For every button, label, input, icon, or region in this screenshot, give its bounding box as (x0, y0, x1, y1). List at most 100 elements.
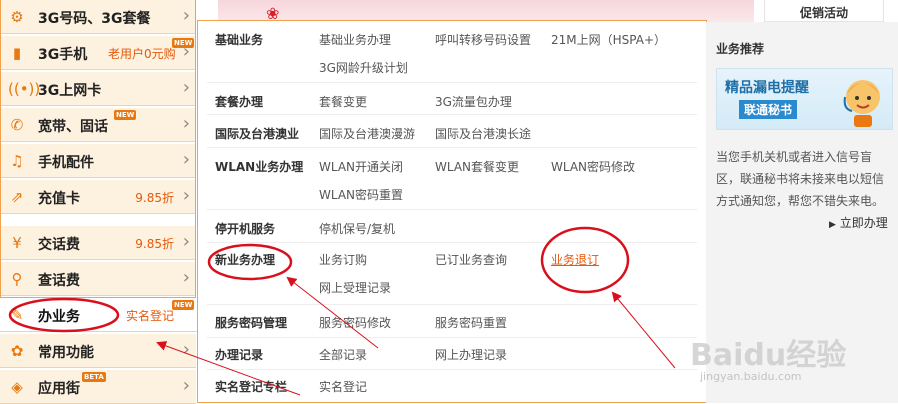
recommend-title: 业务推荐 (716, 42, 765, 56)
sidebar-item-label: 办业务 (38, 309, 80, 325)
chevron-right-icon: › (182, 41, 190, 62)
recommend-panel: 业务推荐 精品漏电提醒 联通秘书 当您手机关机或者进入信号盲区，联通秘书将未接来… (706, 22, 898, 403)
service-link[interactable]: 网上受理记录 (319, 279, 391, 296)
row-title: WLAN业务办理 (215, 160, 304, 174)
sidebar-item-pay-bill[interactable]: ¥ 交话费 9.85折 › (0, 226, 196, 260)
recommend-description: 当您手机关机或者进入信号盲区，联通秘书将未接来电以短信方式通知您，帮您不错失来电… (716, 150, 885, 208)
row-divider (207, 337, 697, 338)
service-link[interactable]: 3G流量包办理 (435, 93, 512, 110)
row-divider (207, 114, 697, 115)
wireless-icon: ((•)) (8, 80, 41, 98)
chevron-right-icon: › (182, 149, 190, 170)
pen-icon: ✎ (10, 306, 24, 324)
row-title: 国际及台港澳业 (215, 127, 300, 141)
sidebar-item-label: 宽带、固话 (38, 119, 108, 135)
new-badge: NEW (172, 300, 195, 310)
sidebar-item-3g-phone[interactable]: ▮ 3G手机 老用户0元购 NEW › (0, 36, 196, 70)
service-link[interactable]: WLAN套餐变更 (435, 158, 519, 175)
discount-label: 9.85折 (135, 237, 174, 251)
service-link[interactable]: 呼叫转移号码设置 (435, 31, 531, 48)
triangle-right-icon: ▶ (829, 220, 836, 230)
banner-subline: 联通秘书 (739, 100, 798, 119)
row-title: 办理记录 (215, 348, 264, 362)
sidebar-item-3g-card[interactable]: ((•)) 3G上网卡 › (0, 72, 196, 106)
row-title: 新业务办理 (215, 253, 276, 267)
chevron-right-icon: › (182, 231, 190, 252)
sidebar-item-accessories[interactable]: ♫ 手机配件 › (0, 144, 196, 178)
top-banner[interactable]: ❀ (218, 0, 754, 22)
chevron-right-icon: › (182, 375, 190, 396)
sidebar-item-recharge-card[interactable]: ⇗ 充值卡 9.85折 › (0, 180, 196, 214)
sidebar-item-3g-plan[interactable]: ⚙ 3G号码、3G套餐 › (0, 0, 196, 34)
sidebar-item-services[interactable]: ✎ 办业务 实名登记 NEW (0, 298, 198, 332)
yen-icon: ¥ (12, 234, 22, 252)
sidebar-item-label: 3G手机 (38, 47, 88, 63)
row-divider (207, 304, 697, 305)
service-link[interactable]: 套餐变更 (319, 93, 367, 110)
service-link[interactable]: 网上办理记录 (435, 346, 507, 363)
service-link[interactable]: WLAN密码修改 (551, 158, 635, 175)
sidebar: ⚙ 3G号码、3G套餐 › ▮ 3G手机 老用户0元购 NEW › ((•)) … (0, 0, 198, 404)
row-title: 套餐办理 (215, 95, 264, 109)
sidebar-item-label: 查话费 (38, 273, 80, 289)
headphones-icon: ♫ (10, 152, 24, 170)
services-dropdown-panel: 基础业务 基础业务办理 呼叫转移号码设置 21M上网（HSPA+） 3G网龄升级… (197, 20, 707, 403)
chevron-right-icon: › (182, 267, 190, 288)
chevron-right-icon: › (182, 5, 190, 26)
chevron-right-icon: › (182, 339, 190, 360)
discount-label: 9.85折 (135, 191, 174, 205)
apply-now-label: 立即办理 (839, 216, 888, 230)
apply-now-link[interactable]: ▶ 立即办理 (829, 214, 888, 231)
service-link[interactable]: WLAN开通关闭 (319, 158, 403, 175)
promo-tab-label: 促销活动 (799, 6, 848, 20)
service-link[interactable]: 业务订购 (319, 251, 367, 268)
service-link[interactable]: 停机保号/复机 (319, 220, 395, 237)
unsubscribe-link[interactable]: 业务退订 (551, 251, 599, 268)
sidebar-item-query-bill[interactable]: ⚲ 查话费 › (0, 262, 196, 296)
sidebar-item-label: 手机配件 (38, 155, 94, 171)
service-link[interactable]: 21M上网（HSPA+） (551, 31, 666, 48)
service-link[interactable]: WLAN密码重置 (319, 186, 403, 203)
service-link[interactable]: 已订业务查询 (435, 251, 507, 268)
beta-badge: BETA (82, 372, 106, 382)
sidebar-item-common-functions[interactable]: ✿ 常用功能 › (0, 334, 196, 368)
service-link[interactable]: 基础业务办理 (319, 31, 391, 48)
magnifier-icon: ⚲ (11, 270, 23, 288)
service-link[interactable]: 实名登记 (319, 378, 367, 395)
sidebar-item-broadband[interactable]: ✆ 宽带、固话 NEW › (0, 108, 196, 142)
sidebar-item-promo[interactable]: 老用户0元购 (108, 45, 176, 62)
assistant-avatar-icon (843, 80, 880, 127)
sidebar-item-label: 交话费 (38, 237, 80, 253)
row-divider (207, 369, 697, 370)
row-title: 停开机服务 (215, 222, 276, 236)
card-icon: ⇗ (10, 188, 24, 206)
row-title: 基础业务 (215, 33, 264, 47)
service-link[interactable]: 国际及台港澳长途 (435, 125, 531, 142)
service-link[interactable]: 服务密码重置 (435, 314, 507, 331)
row-divider (207, 147, 697, 148)
sidebar-item-app-street[interactable]: ◈ 应用街 BETA › (0, 370, 196, 404)
recommend-banner[interactable]: 精品漏电提醒 联通秘书 (716, 68, 893, 130)
service-link[interactable]: 国际及台港澳漫游 (319, 125, 415, 142)
phone-icon: ▮ (12, 44, 22, 62)
row-divider (207, 242, 697, 243)
row-divider (207, 209, 697, 210)
new-badge: NEW (114, 110, 137, 120)
chevron-right-icon: › (182, 185, 190, 206)
sidebar-item-label: 充值卡 (38, 191, 80, 207)
android-icon: ◈ (11, 378, 23, 396)
chevron-right-icon: › (182, 113, 190, 134)
banner-headline: 精品漏电提醒 (725, 80, 809, 96)
sidebar-item-label: 3G号码、3G套餐 (38, 11, 151, 27)
promo-tab[interactable]: 促销活动 (764, 0, 884, 22)
row-title: 服务密码管理 (215, 316, 288, 330)
sidebar-item-realname-link[interactable]: 实名登记 (126, 307, 174, 324)
flower-icon: ✿ (10, 342, 24, 360)
row-divider (207, 82, 697, 83)
service-link[interactable]: 全部记录 (319, 346, 367, 363)
chevron-right-icon: › (182, 77, 190, 98)
gear-icon: ⚙ (10, 8, 24, 26)
row-title: 实名登记专栏 (215, 380, 288, 394)
service-link[interactable]: 3G网龄升级计划 (319, 59, 408, 76)
service-link[interactable]: 服务密码修改 (319, 314, 391, 331)
